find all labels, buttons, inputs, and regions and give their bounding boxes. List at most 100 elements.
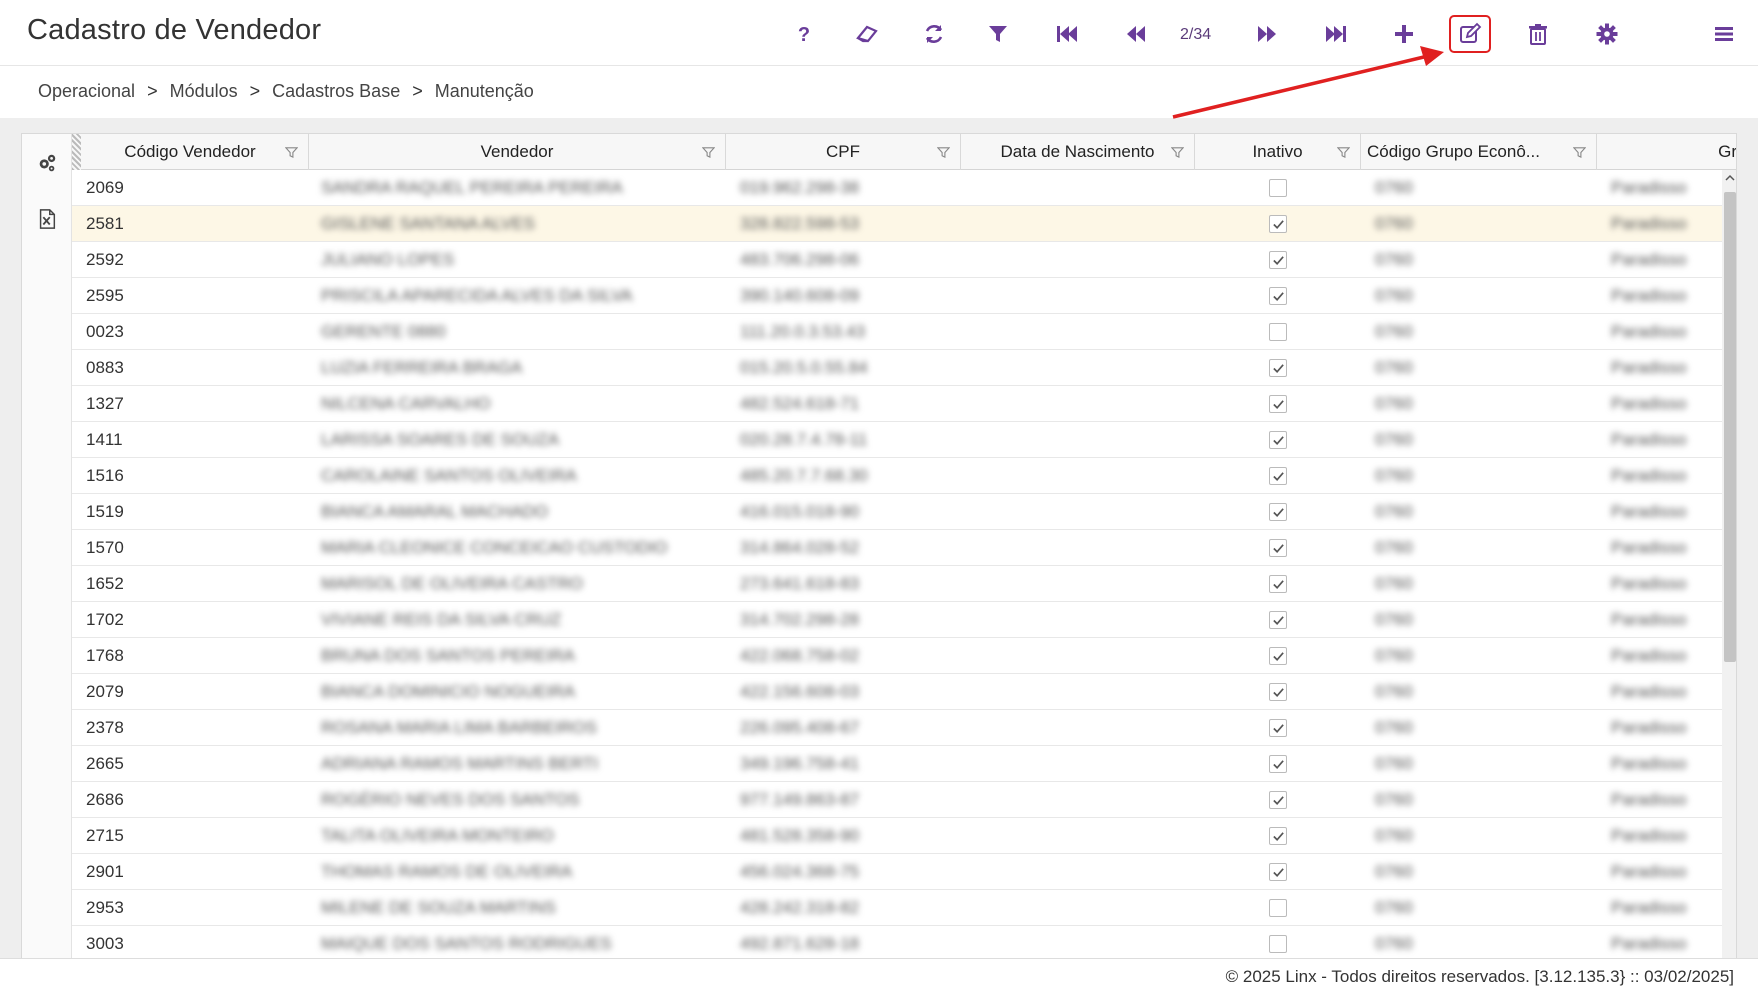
inativo-checkbox[interactable] bbox=[1269, 791, 1287, 809]
table-row[interactable]: 1768 BRUNA DOS SANTOS PEREIRA 422.068.758-… bbox=[72, 638, 1736, 674]
last-page-button[interactable] bbox=[1318, 16, 1354, 52]
breadcrumb-item-cadastros-base[interactable]: Cadastros Base bbox=[272, 81, 400, 102]
export-excel-button[interactable] bbox=[35, 207, 59, 231]
column-header-data-nascimento[interactable]: Data de Nascimento bbox=[961, 134, 1195, 170]
column-filter-icon[interactable] bbox=[1573, 146, 1586, 159]
cell-inativo bbox=[1195, 242, 1361, 278]
cell-inativo bbox=[1195, 674, 1361, 710]
inativo-checkbox[interactable] bbox=[1269, 215, 1287, 233]
inativo-checkbox[interactable] bbox=[1269, 467, 1287, 485]
table-row[interactable]: 2901 THOMAS RAMOS DE OLIVEIRA 456.024.368-… bbox=[72, 854, 1736, 890]
filter-button[interactable] bbox=[980, 16, 1016, 52]
hamburger-menu-icon bbox=[1715, 27, 1733, 41]
cell-codigo-vendedor: 2953 bbox=[86, 898, 124, 917]
page-title: Cadastro de Vendedor bbox=[27, 14, 322, 46]
inativo-checkbox[interactable] bbox=[1269, 431, 1287, 449]
cell-codigo-vendedor: 3003 bbox=[86, 934, 124, 953]
inativo-checkbox[interactable] bbox=[1269, 827, 1287, 845]
cell-data-nascimento bbox=[961, 386, 1195, 422]
column-filter-icon[interactable] bbox=[702, 146, 715, 159]
inativo-checkbox[interactable] bbox=[1269, 683, 1287, 701]
table-row[interactable]: 1519 BIANCA AMARAL MACHADO 416.015.018-90 0… bbox=[72, 494, 1736, 530]
inativo-checkbox[interactable] bbox=[1269, 935, 1287, 953]
column-header-inativo[interactable]: Inativo bbox=[1195, 134, 1361, 170]
inativo-checkbox[interactable] bbox=[1269, 395, 1287, 413]
edit-button[interactable] bbox=[1449, 15, 1491, 53]
cell-codigo-grupo: 0760 bbox=[1375, 214, 1413, 233]
column-header-codigo-vendedor[interactable]: Código Vendedor bbox=[72, 134, 309, 170]
add-button[interactable] bbox=[1386, 16, 1422, 52]
cell-codigo-grupo: 0760 bbox=[1375, 862, 1413, 881]
inativo-checkbox[interactable] bbox=[1269, 503, 1287, 521]
column-settings-button[interactable] bbox=[35, 151, 59, 175]
inativo-checkbox[interactable] bbox=[1269, 359, 1287, 377]
inativo-checkbox[interactable] bbox=[1269, 179, 1287, 197]
table-row[interactable]: 2595 PRISCILA APARECIDA ALVES DA SILVA 390… bbox=[72, 278, 1736, 314]
cell-codigo-grupo: 0760 bbox=[1375, 682, 1413, 701]
inativo-checkbox[interactable] bbox=[1269, 755, 1287, 773]
column-header-codigo-grupo-economico[interactable]: Código Grupo Econô... bbox=[1361, 134, 1597, 170]
inativo-checkbox[interactable] bbox=[1269, 575, 1287, 593]
grid-side-toolbar bbox=[22, 134, 72, 977]
vertical-scrollbar[interactable] bbox=[1722, 170, 1736, 977]
table-row[interactable]: 0883 LUZIA FERREIRA BRAGA 015.20.5.0.55.84… bbox=[72, 350, 1736, 386]
scroll-up-icon[interactable] bbox=[1725, 173, 1735, 183]
table-row[interactable]: 0023 GERENTE 0880 111.20.0.3.53.43 0760 Para… bbox=[72, 314, 1736, 350]
breadcrumb-item-modulos[interactable]: Módulos bbox=[170, 81, 238, 102]
cell-vendedor: BRUNA DOS SANTOS PEREIRA bbox=[321, 646, 575, 665]
table-row[interactable]: 2581 GISLENE SANTANA ALVES 328.822.598-53 0… bbox=[72, 206, 1736, 242]
inativo-checkbox[interactable] bbox=[1269, 863, 1287, 881]
footer: © 2025 Linx - Todos direitos reservados.… bbox=[0, 958, 1758, 994]
column-header-grupo[interactable]: Gr bbox=[1597, 134, 1736, 170]
cell-vendedor: BIANCA DOMINICIO NOGUEIRA bbox=[321, 682, 576, 701]
table-row[interactable]: 1570 MARIA CLEONICE CONCEICAO CUSTODIO 314… bbox=[72, 530, 1736, 566]
inativo-checkbox[interactable] bbox=[1269, 287, 1287, 305]
inativo-checkbox[interactable] bbox=[1269, 323, 1287, 341]
inativo-checkbox[interactable] bbox=[1269, 611, 1287, 629]
table-row[interactable]: 2665 ADRIANA RAMOS MARTINS BERTI 349.196.7… bbox=[72, 746, 1736, 782]
inativo-checkbox[interactable] bbox=[1269, 539, 1287, 557]
cell-grupo: Paradisso bbox=[1611, 574, 1687, 593]
page-indicator: 2/34 bbox=[1180, 26, 1212, 43]
breadcrumb-separator: > bbox=[249, 81, 261, 101]
table-row[interactable]: 1411 LARISSA SOARES DE SOUZA 020.28.7.4.78… bbox=[72, 422, 1736, 458]
table-row[interactable]: 2079 BIANCA DOMINICIO NOGUEIRA 422.156.608… bbox=[72, 674, 1736, 710]
table-row[interactable]: 2592 JULIANO LOPES 483.706.298-06 0760 Parad… bbox=[72, 242, 1736, 278]
breadcrumb: Operacional > Módulos > Cadastros Base >… bbox=[38, 81, 534, 102]
breadcrumb-item-operacional[interactable]: Operacional bbox=[38, 81, 135, 102]
column-header-cpf[interactable]: CPF bbox=[726, 134, 961, 170]
column-filter-icon[interactable] bbox=[937, 146, 950, 159]
settings-button[interactable] bbox=[1589, 16, 1625, 52]
next-page-button[interactable] bbox=[1249, 16, 1285, 52]
cell-data-nascimento bbox=[961, 422, 1195, 458]
table-row[interactable]: 1516 CAROLAINE SANTOS OLIVEIRA 485.20.7.7.… bbox=[72, 458, 1736, 494]
main-menu-button[interactable] bbox=[1706, 16, 1742, 52]
table-row[interactable]: 2953 MILENE DE SOUZA MARTINS 428.242.318-8… bbox=[72, 890, 1736, 926]
column-filter-icon[interactable] bbox=[1171, 146, 1184, 159]
help-button[interactable]: ? bbox=[786, 16, 822, 52]
inativo-checkbox[interactable] bbox=[1269, 251, 1287, 269]
refresh-button[interactable] bbox=[916, 16, 952, 52]
column-filter-icon[interactable] bbox=[285, 146, 298, 159]
table-row[interactable]: 2378 ROSANA MARIA LIMA BARBEIROS 226.095.4… bbox=[72, 710, 1736, 746]
table-row[interactable]: 1327 NILCENA CARVALHO 482.524.618-71 0760 Pa… bbox=[72, 386, 1736, 422]
column-filter-icon[interactable] bbox=[1337, 146, 1350, 159]
first-page-button[interactable] bbox=[1049, 16, 1085, 52]
table-row[interactable]: 1702 VIVIANE REIS DA SILVA CRUZ 314.702.29… bbox=[72, 602, 1736, 638]
table-row[interactable]: 2715 TALITA OLIVEIRA MONTEIRO 481.528.358-… bbox=[72, 818, 1736, 854]
table-row[interactable]: 2069 SANDRA RAQUEL PEREIRA PEREIRA 019.962… bbox=[72, 170, 1736, 206]
inativo-checkbox[interactable] bbox=[1269, 899, 1287, 917]
cell-vendedor: GISLENE SANTANA ALVES bbox=[321, 214, 535, 233]
table-row[interactable]: 2686 ROGÉRIO NEVES DOS SANTOS 977.149.863-… bbox=[72, 782, 1736, 818]
previous-page-button[interactable] bbox=[1118, 16, 1154, 52]
cell-cpf: 422.156.608-03 bbox=[740, 682, 860, 701]
clear-button[interactable] bbox=[849, 16, 885, 52]
inativo-checkbox[interactable] bbox=[1269, 719, 1287, 737]
scrollbar-thumb[interactable] bbox=[1724, 192, 1736, 662]
column-header-vendedor[interactable]: Vendedor bbox=[309, 134, 726, 170]
cell-data-nascimento bbox=[961, 674, 1195, 710]
table-row[interactable]: 3003 MAIQUE DOS SANTOS RODRIGUES 492.871.6… bbox=[72, 926, 1736, 962]
delete-button[interactable] bbox=[1520, 16, 1556, 52]
inativo-checkbox[interactable] bbox=[1269, 647, 1287, 665]
table-row[interactable]: 1652 MARISOL DE OLIVEIRA CASTRO 273.641.61… bbox=[72, 566, 1736, 602]
